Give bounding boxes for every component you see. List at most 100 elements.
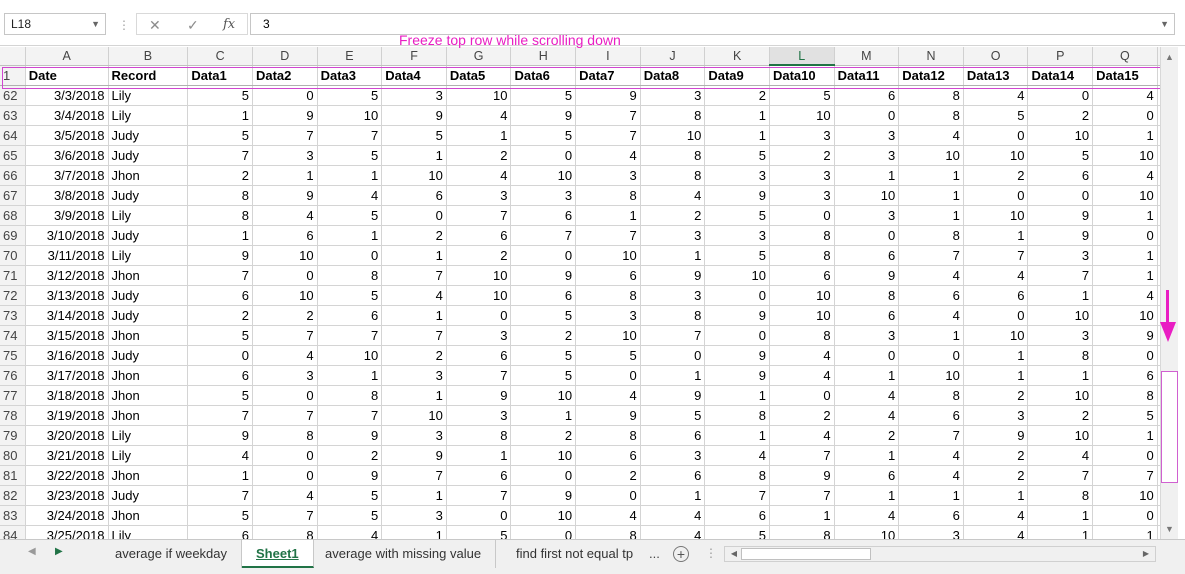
cell[interactable]: 8 [1027, 345, 1094, 366]
cell[interactable]: 1 [252, 165, 318, 186]
column-header-d[interactable]: D [252, 47, 318, 66]
cell[interactable]: 3 [510, 185, 577, 206]
row-number[interactable]: 84 [0, 525, 26, 539]
cell[interactable]: 3 [704, 225, 770, 246]
column-header-l[interactable]: L [769, 47, 835, 66]
cell[interactable]: 0 [898, 345, 964, 366]
cell[interactable]: 0 [963, 125, 1029, 146]
cell[interactable]: 7 [704, 485, 770, 506]
cell[interactable]: 9 [252, 105, 318, 126]
cell[interactable]: 3/24/2018 [25, 505, 109, 526]
cell[interactable]: 8 [769, 525, 835, 539]
row-number[interactable]: 82 [0, 485, 26, 506]
cell[interactable]: 0 [575, 365, 641, 386]
cell[interactable]: 1 [317, 225, 383, 246]
cell[interactable]: 6 [834, 465, 900, 486]
cell[interactable]: 4 [252, 485, 318, 506]
header-cell[interactable]: Data14 [1027, 65, 1094, 86]
cell[interactable]: 5 [187, 325, 253, 346]
cell[interactable]: 0 [252, 465, 318, 486]
cell[interactable]: Jhon [108, 165, 189, 186]
column-header-b[interactable]: B [108, 47, 189, 66]
cell[interactable]: 10 [1092, 485, 1158, 506]
cell[interactable]: 7 [640, 325, 706, 346]
scroll-thumb[interactable] [1161, 371, 1178, 483]
scroll-right-icon[interactable]: ▶ [1139, 547, 1153, 561]
horizontal-scrollbar[interactable]: ◀ ▶ [724, 546, 1156, 562]
cell[interactable]: 6 [187, 285, 253, 306]
more-tabs-button[interactable]: ... [649, 540, 660, 568]
cell[interactable]: 1 [834, 165, 900, 186]
cell[interactable]: 1 [898, 485, 964, 506]
cell[interactable]: 3 [640, 85, 706, 106]
cell[interactable]: 4 [898, 445, 964, 466]
cell[interactable]: 2 [446, 145, 512, 166]
cell[interactable]: 6 [187, 525, 253, 539]
cell[interactable]: 1 [1027, 365, 1094, 386]
cell[interactable]: 1 [704, 425, 770, 446]
cell[interactable]: 3 [834, 325, 900, 346]
cell[interactable]: 1 [1092, 205, 1158, 226]
cell[interactable]: 4 [187, 445, 253, 466]
cell[interactable]: 9 [317, 425, 383, 446]
cell[interactable]: 7 [446, 205, 512, 226]
column-header-e[interactable]: E [317, 47, 383, 66]
cell[interactable]: 10 [1092, 305, 1158, 326]
cell[interactable]: 10 [317, 105, 383, 126]
cell[interactable]: 3/5/2018 [25, 125, 109, 146]
cell[interactable]: 4 [252, 205, 318, 226]
cell[interactable]: 4 [834, 505, 900, 526]
sheet-tab-sheet1[interactable]: Sheet1 [242, 540, 314, 568]
cell[interactable]: 0 [1092, 445, 1158, 466]
cell[interactable]: 8 [898, 225, 964, 246]
cell[interactable]: 4 [963, 505, 1029, 526]
cell[interactable]: 10 [898, 365, 964, 386]
cell[interactable]: 7 [769, 445, 835, 466]
cell[interactable]: 1 [381, 305, 447, 326]
name-box[interactable]: L18 ▼ [4, 13, 106, 35]
cell[interactable]: 3 [575, 165, 641, 186]
cell[interactable]: 3/11/2018 [25, 245, 109, 266]
header-cell[interactable]: Data13 [963, 65, 1029, 86]
cell[interactable]: 8 [575, 285, 641, 306]
cell[interactable]: 3 [381, 425, 447, 446]
cell[interactable]: 6 [898, 285, 964, 306]
cell[interactable]: 10 [834, 525, 900, 539]
cell[interactable]: 10 [963, 325, 1029, 346]
cell[interactable]: 1 [963, 485, 1029, 506]
cell[interactable]: 1 [381, 245, 447, 266]
cell[interactable]: 9 [1092, 325, 1158, 346]
cell[interactable]: 7 [252, 405, 318, 426]
cell[interactable]: 7 [446, 485, 512, 506]
row-number[interactable]: 70 [0, 245, 26, 266]
cell[interactable]: 5 [317, 205, 383, 226]
cell[interactable]: Jhon [108, 365, 189, 386]
cell[interactable]: 6 [834, 85, 900, 106]
cell[interactable]: 3/9/2018 [25, 205, 109, 226]
cell[interactable]: 6 [446, 465, 512, 486]
cell[interactable]: Judy [108, 305, 189, 326]
row-number[interactable]: 69 [0, 225, 26, 246]
cell[interactable]: 10 [1027, 385, 1094, 406]
cell[interactable]: 2 [575, 465, 641, 486]
cell[interactable]: 10 [510, 445, 577, 466]
cell[interactable]: 9 [575, 85, 641, 106]
cell[interactable]: 0 [1092, 505, 1158, 526]
cell[interactable]: 7 [317, 125, 383, 146]
cell[interactable]: 4 [381, 285, 447, 306]
column-header-i[interactable]: I [575, 47, 641, 66]
cell[interactable]: 3 [769, 165, 835, 186]
row-number[interactable]: 81 [0, 465, 26, 486]
horizontal-scroll-thumb[interactable] [741, 548, 871, 560]
row-number[interactable]: 67 [0, 185, 26, 206]
cell[interactable]: 9 [317, 465, 383, 486]
cell[interactable]: 9 [381, 105, 447, 126]
header-cell[interactable]: Data5 [446, 65, 512, 86]
cell[interactable]: 6 [963, 285, 1029, 306]
cell[interactable]: 7 [381, 265, 447, 286]
cell[interactable]: 0 [769, 385, 835, 406]
cell[interactable]: 6 [317, 305, 383, 326]
header-cell[interactable]: Data6 [510, 65, 577, 86]
cell[interactable]: 7 [510, 225, 577, 246]
cell[interactable]: 1 [769, 505, 835, 526]
